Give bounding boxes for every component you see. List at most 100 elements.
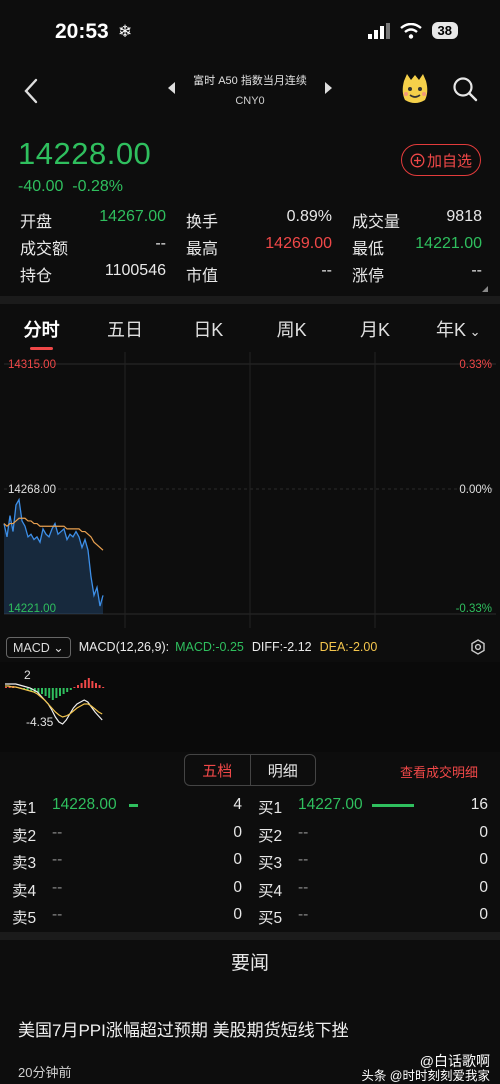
expand-corner-icon[interactable] [482, 286, 488, 292]
next-contract-arrow-icon[interactable] [325, 82, 332, 94]
diff-value: DIFF:-2.12 [251, 640, 312, 654]
ask-volume-bar [129, 804, 138, 807]
macd-histogram-bar [102, 687, 105, 688]
y-tick-label: 14221.00 [8, 603, 56, 615]
tab-period-label: 日K [193, 320, 224, 340]
tab-period[interactable]: 五日 [83, 304, 166, 350]
macd-histogram-bar [73, 687, 76, 688]
status-icons: 38 [367, 22, 458, 39]
nav-bar: 富时 A50 指数当月连续 CNY0 [0, 66, 500, 116]
ask-level-label: 卖4 [12, 882, 37, 900]
bid-level-label: 买4 [258, 882, 283, 900]
gear-icon[interactable] [470, 639, 486, 655]
stat-value: 1100546 [104, 261, 166, 279]
bid-price: -- [298, 851, 309, 868]
tab-period[interactable]: 月K [333, 304, 416, 350]
add-favorite-button[interactable]: 加自选 [401, 144, 481, 176]
plus-circle-icon [410, 153, 425, 167]
y-tick-label-percent: -0.33% [456, 603, 492, 615]
macd-histogram-bar [59, 688, 61, 696]
macd-histogram-bar [48, 688, 51, 698]
stat-label: 成交额 [20, 240, 69, 258]
news-item-title[interactable]: 美国7月PPI涨幅超过预期 美股期货短线下挫 [18, 1016, 349, 1041]
stats-row: 成交额 -- 最高 14269.00 最低 14221.00 [20, 233, 482, 260]
signal-icon [367, 22, 390, 39]
stat-cell: 持仓 1100546 [20, 262, 186, 286]
bid-level-label: 买2 [258, 827, 283, 845]
macd-params: MACD(12,26,9): [78, 640, 170, 654]
macd-histogram-bar [5, 687, 7, 688]
tab-details[interactable]: 明细 [251, 755, 316, 785]
bid-volume: 0 [479, 906, 488, 923]
stat-value: -- [155, 234, 166, 252]
order-book-row: 卖1 14228.00 4 买1 14227.00 16 [0, 792, 500, 820]
wifi-icon [399, 22, 422, 39]
change-percent: -0.28% [72, 178, 123, 195]
mascot-icon[interactable] [398, 72, 432, 106]
watermark-line-1: @白话歌啊 [419, 1053, 490, 1069]
stat-cell: 换手 0.89% [186, 208, 352, 232]
stat-cell: 最高 14269.00 [186, 235, 352, 259]
stat-value: 14267.00 [99, 207, 166, 225]
ask-price: -- [52, 906, 63, 923]
stat-value: -- [471, 261, 482, 279]
macd-histogram-bar [55, 688, 58, 698]
ask-volume: 0 [233, 878, 242, 896]
bid-volume: 0 [479, 851, 488, 868]
tab-period-label: 年K [436, 320, 467, 340]
change-amount: -40.00 [18, 178, 64, 195]
macd-histogram-bar [66, 688, 69, 692]
macd-histogram-bar [80, 683, 83, 688]
bid-price: 14227.00 [298, 796, 363, 813]
stat-cell: 成交额 -- [20, 235, 186, 259]
dea-value: DEA:-2.00 [319, 640, 378, 654]
ask-price: 14228.00 [52, 796, 117, 813]
macd-upper-label: 2 [24, 668, 31, 682]
indicator-selector[interactable]: MACD ⌄ [6, 636, 71, 658]
ask-volume: 0 [233, 906, 242, 923]
ask-level-label: 卖2 [12, 827, 37, 845]
macd-histogram-bar [84, 680, 87, 688]
add-favorite-label: 加自选 [426, 152, 472, 170]
macd-histogram-bar [41, 688, 43, 694]
bid-price: -- [298, 878, 309, 896]
ask-price: -- [52, 878, 63, 896]
stat-label: 换手 [186, 213, 219, 231]
search-icon[interactable] [452, 76, 478, 102]
ask-volume: 4 [233, 796, 242, 813]
macd-histogram-bar [98, 685, 101, 688]
bid-price: -- [298, 823, 309, 841]
section-divider [0, 296, 500, 304]
y-tick-label-percent: 0.33% [459, 359, 492, 371]
macd-histogram-bar [91, 681, 94, 688]
tab-period[interactable]: 年K ⌄ [417, 304, 500, 350]
bid-volume-bar [372, 804, 414, 807]
watermark-line-2: 头条 @时时刻刻爱我家 [361, 1069, 490, 1083]
macd-histogram-bar [87, 678, 90, 688]
indicator-selector-label: MACD [13, 640, 50, 655]
macd-lower-label: -4.35 [26, 715, 54, 729]
intraday-chart[interactable]: 14315.00 14268.00 14221.00 0.33% 0.00% -0.33% [0, 352, 500, 628]
stat-value: 14269.00 [265, 234, 332, 252]
news-item-time: 20分钟前 [18, 1065, 72, 1080]
section-divider [0, 932, 500, 940]
order-book-row: 卖3 -- 0 买3 -- 0 [0, 847, 500, 875]
tab-period[interactable]: 周K [250, 304, 333, 350]
stat-value: -- [321, 261, 332, 279]
bid-level-label: 买5 [258, 910, 283, 927]
battery-indicator: 38 [431, 22, 458, 39]
macd-histogram-bar [95, 683, 97, 688]
tab-period[interactable]: 分时 [0, 304, 83, 350]
view-trades-link[interactable]: 查看成交明细 [400, 762, 478, 781]
last-price: 14228.00 [18, 136, 152, 171]
quote-summary: 14228.00 -40.00 -0.28% 加自选 开盘 14267.00 换手 0… [0, 130, 500, 296]
tab-five-levels[interactable]: 五档 [185, 755, 251, 785]
ask-level-label: 卖3 [12, 855, 37, 872]
stat-label: 开盘 [20, 213, 53, 231]
y-tick-label: 14315.00 [8, 359, 56, 371]
stat-label: 最高 [186, 240, 219, 258]
macd-histogram-bar [77, 685, 79, 688]
tab-period[interactable]: 日K [167, 304, 250, 350]
stat-label: 成交量 [352, 213, 401, 231]
tab-period-label: 月K [359, 320, 390, 340]
